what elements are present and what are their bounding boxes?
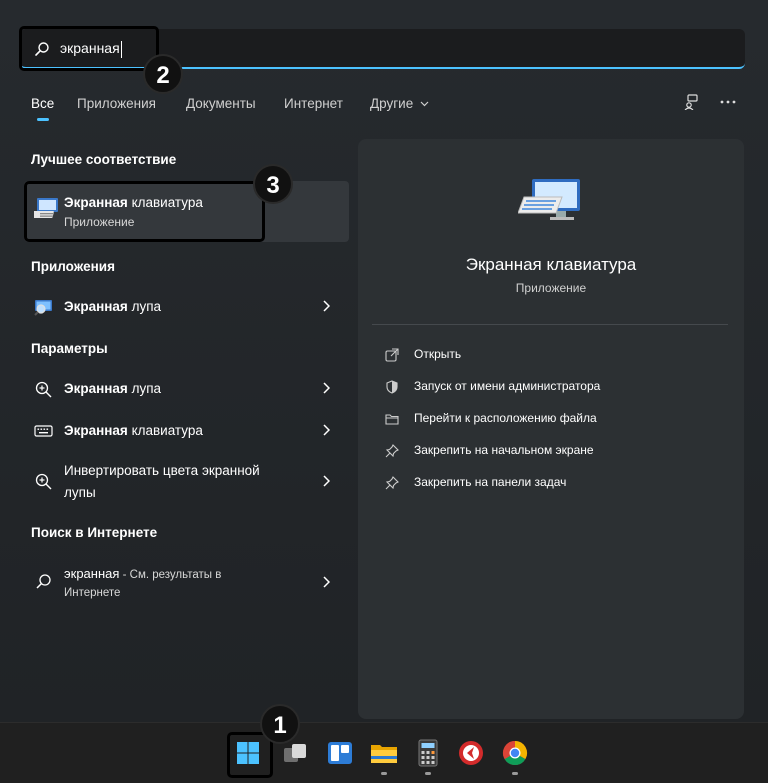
file-explorer-icon: [371, 745, 397, 763]
step-badge-2: 2: [143, 54, 183, 94]
highlight-box-search: [19, 26, 159, 71]
tab-more[interactable]: Другие: [370, 96, 429, 111]
settings-item-invert-colors[interactable]: Инвертировать цвета экранной лупы: [24, 457, 348, 505]
chevron-right-icon: [323, 382, 330, 394]
divider: [372, 324, 728, 325]
account-icon[interactable]: [682, 94, 702, 110]
settings-item-label: Экранная клавиатура: [64, 423, 203, 438]
taskbar: [0, 722, 768, 783]
web-search-header: Поиск в Интернете: [31, 525, 158, 540]
search-icon: [36, 574, 51, 589]
apps-header: Приложения: [31, 259, 115, 274]
web-search-item[interactable]: экранная - См. результаты в Интернете: [24, 560, 348, 606]
settings-item-label: Экранная лупа: [64, 381, 162, 396]
magnifier-app-icon: [34, 300, 52, 316]
action-label: Закрепить на начальном экране: [414, 443, 594, 457]
file-explorer-button[interactable]: [368, 737, 400, 769]
settings-item-keyboard[interactable]: Экранная клавиатура: [24, 414, 348, 448]
chrome-button[interactable]: [499, 737, 531, 769]
chevron-right-icon: [323, 576, 330, 588]
app-item-magnifier[interactable]: Экранная лупа: [24, 290, 348, 324]
widgets-button[interactable]: [324, 737, 356, 769]
shield-icon: [386, 380, 398, 394]
keyboard-app-icon: [518, 179, 580, 220]
tab-documents[interactable]: Документы: [186, 96, 256, 111]
running-indicator: [512, 772, 518, 775]
app-button[interactable]: [455, 737, 487, 769]
tab-all[interactable]: Все: [31, 96, 54, 111]
zoom-icon: [35, 473, 52, 490]
more-options-icon[interactable]: [718, 94, 738, 110]
pin-icon: [385, 444, 399, 458]
web-search-label: экранная - См. результаты в: [64, 566, 222, 581]
action-label: Открыть: [414, 347, 462, 361]
settings-item-label-line1: Инвертировать цвета экранной: [64, 463, 260, 478]
calculator-icon: [418, 739, 438, 767]
tab-apps[interactable]: Приложения: [77, 96, 156, 111]
app-item-label: Экранная лупа: [64, 299, 162, 314]
pin-icon: [385, 476, 399, 490]
keyboard-icon: [34, 425, 53, 437]
chevron-right-icon: [323, 300, 330, 312]
detail-title: Экранная клавиатура: [465, 255, 637, 274]
chevron-down-icon: [420, 102, 429, 107]
calculator-button[interactable]: [412, 737, 444, 769]
web-search-label-line2: Интернете: [64, 587, 121, 599]
step-badge-3: 3: [253, 164, 293, 204]
step-badge-1: 1: [260, 704, 300, 744]
detail-subtitle: Приложение: [515, 281, 587, 295]
settings-item-magnifier[interactable]: Экранная лупа: [24, 372, 348, 406]
settings-header: Параметры: [31, 341, 108, 356]
chrome-icon: [502, 741, 528, 766]
action-label: Перейти к расположению файла: [414, 411, 597, 425]
folder-icon: [385, 414, 399, 425]
app-icon: [459, 741, 483, 765]
start-search-panel: экранная Все Приложения Документы Интерн…: [0, 0, 768, 722]
active-tab-indicator: [37, 118, 49, 121]
settings-item-label-line2: лупы: [64, 485, 96, 500]
chevron-right-icon: [323, 475, 330, 487]
detail-pane: Экранная клавиатура Приложение Открыть З…: [358, 139, 744, 719]
running-indicator: [425, 772, 431, 775]
tab-web[interactable]: Интернет: [284, 96, 343, 111]
widgets-icon: [328, 742, 352, 764]
action-label: Закрепить на панели задач: [414, 475, 567, 489]
open-icon: [385, 348, 399, 362]
zoom-icon: [35, 381, 52, 398]
action-label: Запуск от имени администратора: [414, 379, 601, 393]
chevron-right-icon: [323, 424, 330, 436]
running-indicator: [381, 772, 387, 775]
best-match-header: Лучшее соответствие: [31, 152, 177, 167]
highlight-box-best-match: [24, 181, 265, 242]
